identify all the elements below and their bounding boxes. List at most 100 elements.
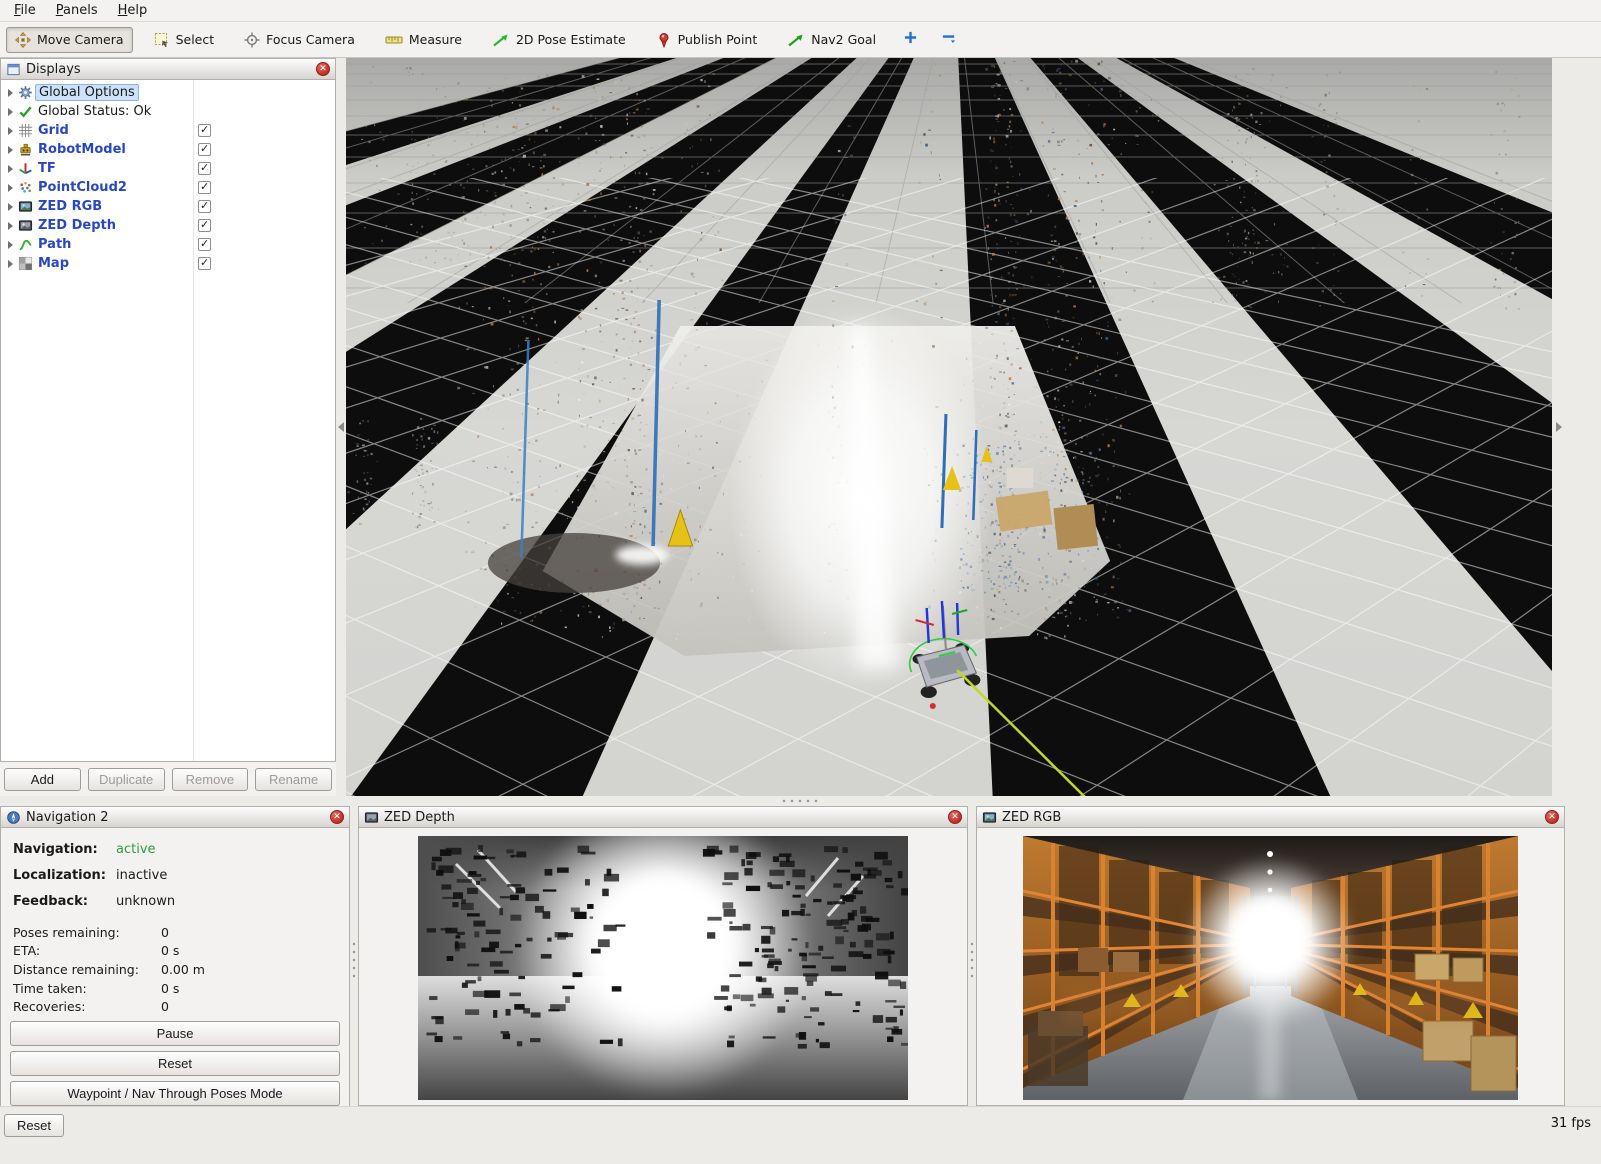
expander-icon[interactable]: [8, 222, 13, 230]
zed-depth-panel-title: ZED Depth: [384, 810, 943, 825]
zed-rgb-panel: ZED RGB ✕: [976, 806, 1565, 1106]
publish-point-icon: [656, 32, 672, 48]
expander-icon[interactable]: [8, 241, 13, 249]
add-tool-button[interactable]: [897, 27, 923, 53]
image-icon: [982, 810, 997, 825]
display-row-tf[interactable]: TF: [1, 159, 335, 178]
path-icon: [18, 237, 33, 252]
expander-icon[interactable]: [8, 184, 13, 192]
zed-rgb-checkbox[interactable]: [198, 200, 211, 213]
zed-depth-panel: ZED Depth ✕: [358, 806, 968, 1106]
localization-status-value: inactive: [116, 868, 167, 883]
status-ok-icon: [18, 104, 33, 119]
close-icon[interactable]: ✕: [316, 62, 330, 76]
collapse-right-icon[interactable]: [1556, 422, 1562, 432]
recoveries-row: Recoveries: 0: [1, 997, 349, 1016]
vertical-splitter-grip[interactable]: [352, 940, 356, 982]
localization-status-row: Localization: inactive: [1, 862, 349, 888]
navigation2-panel-icon: [6, 810, 21, 825]
toolbar: Move Camera Select Focus Camera Measure …: [0, 22, 1601, 58]
tool-select[interactable]: Select: [145, 27, 224, 53]
navigation-status-row: Navigation: active: [1, 836, 349, 862]
expander-icon[interactable]: [8, 146, 13, 154]
reset-view-button[interactable]: Reset: [4, 1114, 64, 1137]
feedback-status-row: Feedback: unknown: [1, 888, 349, 914]
navigation2-panel-title: Navigation 2: [26, 810, 325, 825]
robot-icon: [18, 142, 33, 157]
robotmodel-checkbox[interactable]: [198, 143, 211, 156]
poses-remaining-row: Poses remaining: 0: [1, 923, 349, 942]
vertical-splitter-grip[interactable]: [970, 940, 974, 982]
tool-focus-camera[interactable]: Focus Camera: [235, 27, 364, 53]
zed-rgb-image: [976, 828, 1565, 1106]
tool-measure[interactable]: Measure: [376, 27, 471, 53]
pointcloud-icon: [18, 180, 33, 195]
display-row-pointcloud2[interactable]: PointCloud2: [1, 178, 335, 197]
path-checkbox[interactable]: [198, 238, 211, 251]
tool-nav2-goal[interactable]: Nav2 Goal: [778, 27, 885, 53]
pause-button[interactable]: Pause: [10, 1021, 340, 1046]
navigation2-titlebar[interactable]: Navigation 2 ✕: [0, 806, 350, 828]
display-row-map[interactable]: Map: [1, 254, 335, 273]
map-checkbox[interactable]: [198, 257, 211, 270]
zed-rgb-titlebar[interactable]: ZED RGB ✕: [976, 806, 1565, 828]
select-icon: [154, 32, 170, 48]
zed-rgb-panel-title: ZED RGB: [1002, 810, 1540, 825]
tool-publish-point[interactable]: Publish Point: [647, 27, 767, 53]
tool-2d-pose-estimate[interactable]: 2D Pose Estimate: [483, 27, 635, 53]
displays-panel-title: Displays: [26, 62, 311, 77]
minus-icon: [941, 30, 956, 49]
tf-checkbox[interactable]: [198, 162, 211, 175]
duplicate-button[interactable]: Duplicate: [88, 768, 165, 791]
menu-file[interactable]: File: [4, 1, 46, 20]
close-icon[interactable]: ✕: [1545, 810, 1559, 824]
display-row-global-status[interactable]: Global Status: Ok: [1, 102, 335, 121]
add-button[interactable]: Add: [4, 768, 81, 791]
close-icon[interactable]: ✕: [948, 810, 962, 824]
displays-buttons: Add Duplicate Remove Rename: [0, 762, 336, 796]
distance-remaining-row: Distance remaining: 0.00 m: [1, 960, 349, 979]
tool-move-camera[interactable]: Move Camera: [6, 27, 133, 53]
expander-icon[interactable]: [8, 260, 13, 268]
grid-checkbox[interactable]: [198, 124, 211, 137]
expander-icon[interactable]: [8, 127, 13, 135]
measure-icon: [385, 32, 403, 48]
displays-titlebar[interactable]: Displays ✕: [0, 58, 336, 80]
zed-depth-image: [358, 828, 968, 1106]
feedback-status-value: unknown: [116, 894, 175, 909]
display-row-grid[interactable]: Grid: [1, 121, 335, 140]
render-viewport-3d[interactable]: [346, 58, 1552, 796]
expander-icon[interactable]: [8, 108, 13, 116]
menu-panels[interactable]: Panels: [46, 1, 108, 20]
expander-icon[interactable]: [8, 165, 13, 173]
splitter-grip[interactable]: [780, 799, 822, 803]
expander-icon[interactable]: [8, 203, 13, 211]
collapse-left-icon[interactable]: [338, 422, 344, 432]
remove-button[interactable]: Remove: [172, 768, 249, 791]
pointcloud2-checkbox[interactable]: [198, 181, 211, 194]
left-splitter[interactable]: [336, 58, 346, 796]
eta-value: 0 s: [161, 943, 179, 958]
poses-remaining-value: 0: [161, 925, 169, 940]
remove-tool-button[interactable]: [935, 27, 961, 53]
right-splitter[interactable]: [1552, 58, 1566, 796]
display-row-path[interactable]: Path: [1, 235, 335, 254]
menu-help[interactable]: Help: [108, 1, 158, 20]
display-row-robotmodel[interactable]: RobotModel: [1, 140, 335, 159]
reset-nav-button[interactable]: Reset: [10, 1051, 340, 1076]
time-taken-value: 0 s: [161, 981, 179, 996]
zed-depth-titlebar[interactable]: ZED Depth ✕: [358, 806, 968, 828]
display-row-zed-rgb[interactable]: ZED RGB: [1, 197, 335, 216]
waypoint-mode-button[interactable]: Waypoint / Nav Through Poses Mode: [10, 1081, 340, 1106]
horizontal-splitter[interactable]: [0, 796, 1601, 806]
focus-camera-icon: [244, 32, 260, 48]
display-row-zed-depth[interactable]: ZED Depth: [1, 216, 335, 235]
expander-icon[interactable]: [8, 89, 13, 97]
pose-estimate-icon: [492, 32, 510, 48]
zed-depth-checkbox[interactable]: [198, 219, 211, 232]
display-row-global-options[interactable]: Global Options: [1, 83, 335, 102]
rename-button[interactable]: Rename: [255, 768, 332, 791]
move-camera-icon: [15, 32, 31, 48]
distance-remaining-value: 0.00 m: [161, 962, 205, 977]
close-icon[interactable]: ✕: [330, 810, 344, 824]
